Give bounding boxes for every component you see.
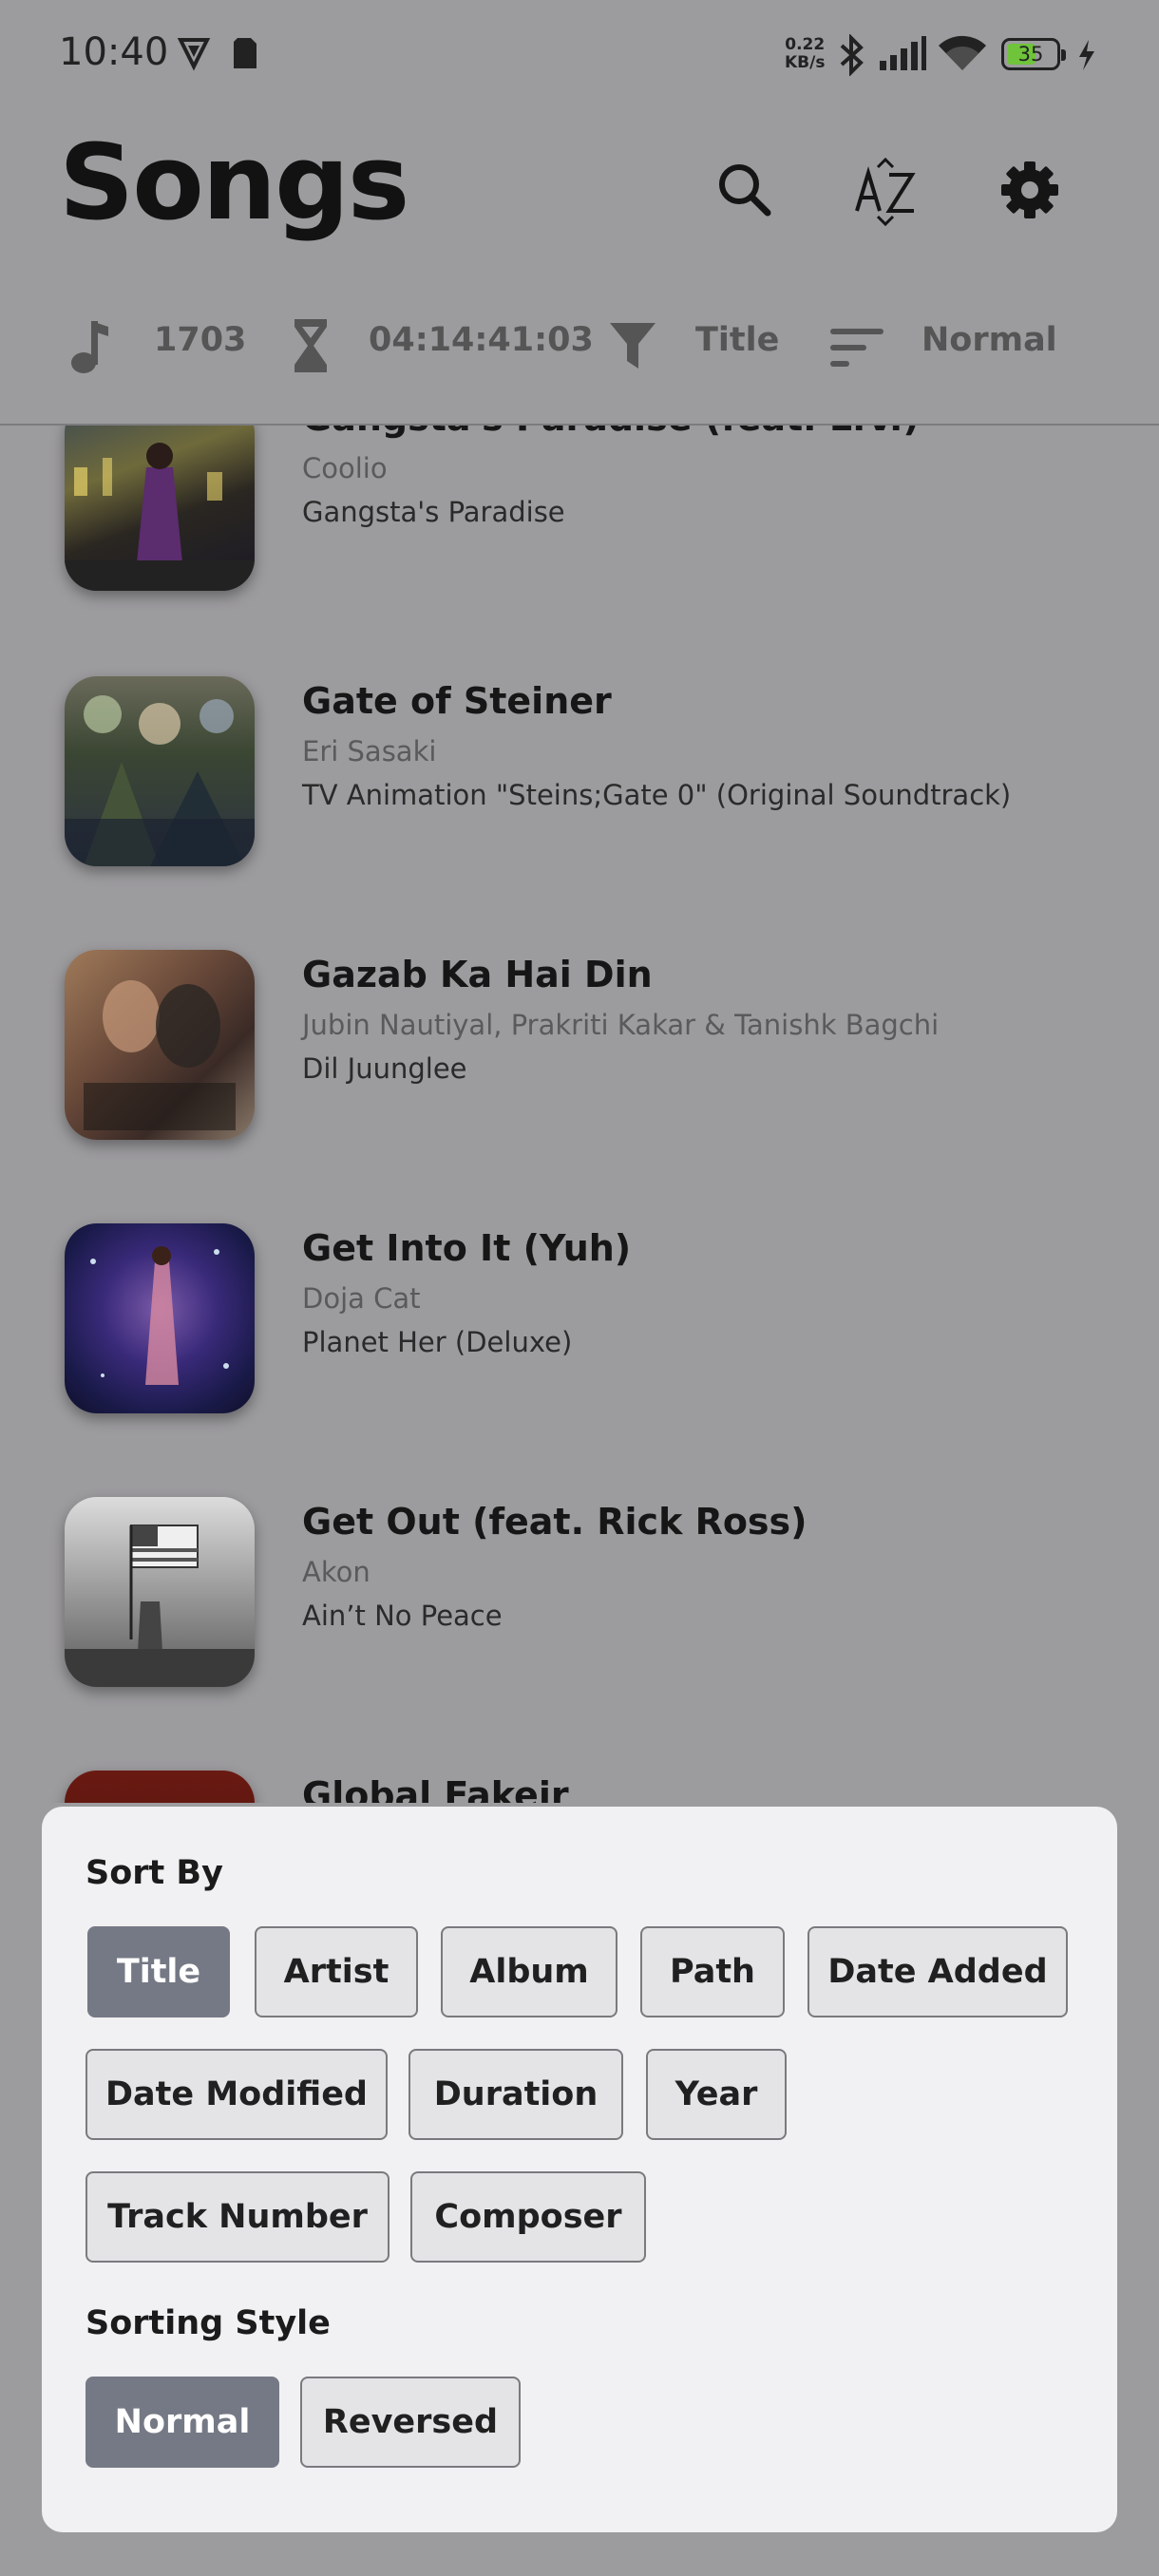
sort-option-composer[interactable]: Composer: [410, 2171, 646, 2263]
sort-option-artist[interactable]: Artist: [255, 1926, 418, 2017]
total-duration: 04:14:41:03: [369, 321, 594, 359]
sort-az-icon: [849, 157, 925, 232]
song-title: Get Into It (Yuh): [302, 1227, 632, 1269]
album-art: [65, 426, 255, 591]
filter-value: Title: [695, 321, 780, 359]
album-art: [65, 950, 255, 1140]
song-count: 1703: [154, 321, 247, 359]
song-list[interactable]: Gangsta's Paradise (feat. L.V.) Coolio G…: [0, 426, 1159, 1803]
sort-option-path[interactable]: Path: [640, 1926, 785, 2017]
album-art: [65, 1223, 255, 1413]
sorting-style-reversed[interactable]: Reversed: [300, 2377, 521, 2468]
song-artist: Akon: [302, 1556, 370, 1588]
song-row[interactable]: Get Into It (Yuh) Doja Cat Planet Her (D…: [0, 1218, 1159, 1491]
vpn-shield-icon: [177, 34, 211, 76]
song-album: Gangsta's Paradise: [302, 496, 565, 528]
song-title: Gazab Ka Hai Din: [302, 954, 653, 995]
music-note-icon: [68, 315, 110, 380]
sort-option-year[interactable]: Year: [646, 2049, 787, 2140]
filter-funnel-icon: [608, 319, 657, 376]
page-title: Songs: [59, 122, 409, 243]
song-artist: Doja Cat: [302, 1282, 421, 1315]
song-title: Gate of Steiner: [302, 680, 612, 722]
song-title: Get Out (feat. Rick Ross): [302, 1501, 808, 1543]
song-title: Gangsta's Paradise (feat. L.V.): [302, 426, 920, 439]
song-album: Dil Juunglee: [302, 1052, 467, 1085]
song-row[interactable]: Get Out (feat. Rick Ross) Akon Ain’t No …: [0, 1491, 1159, 1765]
song-artist: Eri Sasaki: [302, 735, 437, 767]
sort-lines-icon: [830, 327, 884, 372]
network-speed: 0.22 KB/s: [785, 35, 826, 72]
status-time: 10:40: [59, 30, 169, 74]
sort-bottom-sheet: Sort By Title Artist Album Path Date Add…: [42, 1807, 1117, 2532]
sort-button[interactable]: [849, 152, 925, 228]
album-art: [65, 676, 255, 866]
song-album: Planet Her (Deluxe): [302, 1326, 573, 1358]
settings-button[interactable]: [992, 152, 1068, 228]
status-bar: 10:40 0.22 KB/s 35: [0, 0, 1159, 112]
song-artist: Jubin Nautiyal, Prakriti Kakar & Tanishk…: [302, 1009, 940, 1041]
sort-option-album[interactable]: Album: [441, 1926, 618, 2017]
cellular-signal-icon: [878, 34, 927, 76]
sort-option-duration[interactable]: Duration: [408, 2049, 623, 2140]
hourglass-icon: [291, 315, 331, 380]
charging-bolt-icon: [1075, 38, 1098, 76]
song-row[interactable]: Global Fakeir: [0, 1765, 1159, 1803]
sorting-style-normal[interactable]: Normal: [86, 2377, 279, 2468]
bluetooth-icon: [838, 33, 864, 80]
song-row[interactable]: Gate of Steiner Eri Sasaki TV Animation …: [0, 671, 1159, 944]
settings-gear-icon: [992, 161, 1068, 232]
sort-option-track-number[interactable]: Track Number: [86, 2171, 390, 2263]
album-art: [65, 1497, 255, 1687]
song-title: Global Fakeir: [302, 1774, 569, 1803]
sort-option-title[interactable]: Title: [87, 1926, 230, 2017]
sort-option-date-added[interactable]: Date Added: [808, 1926, 1068, 2017]
sim-card-icon: [232, 34, 258, 76]
wifi-icon: [937, 34, 988, 76]
album-art: [65, 1771, 255, 1803]
song-row[interactable]: Gangsta's Paradise (feat. L.V.) Coolio G…: [0, 426, 1159, 671]
sorting-style-label: Sorting Style: [86, 2304, 331, 2342]
search-icon: [707, 164, 783, 232]
sort-option-date-modified[interactable]: Date Modified: [86, 2049, 388, 2140]
sort-by-label: Sort By: [86, 1854, 223, 1892]
song-row[interactable]: Gazab Ka Hai Din Jubin Nautiyal, Prakrit…: [0, 944, 1159, 1218]
battery-indicator: 35: [1001, 38, 1066, 70]
song-album: Ain’t No Peace: [302, 1600, 503, 1632]
sort-order-value: Normal: [922, 321, 1057, 359]
song-album: TV Animation "Steins;Gate 0" (Original S…: [302, 779, 1012, 811]
song-artist: Coolio: [302, 452, 388, 484]
search-button[interactable]: [707, 152, 783, 228]
